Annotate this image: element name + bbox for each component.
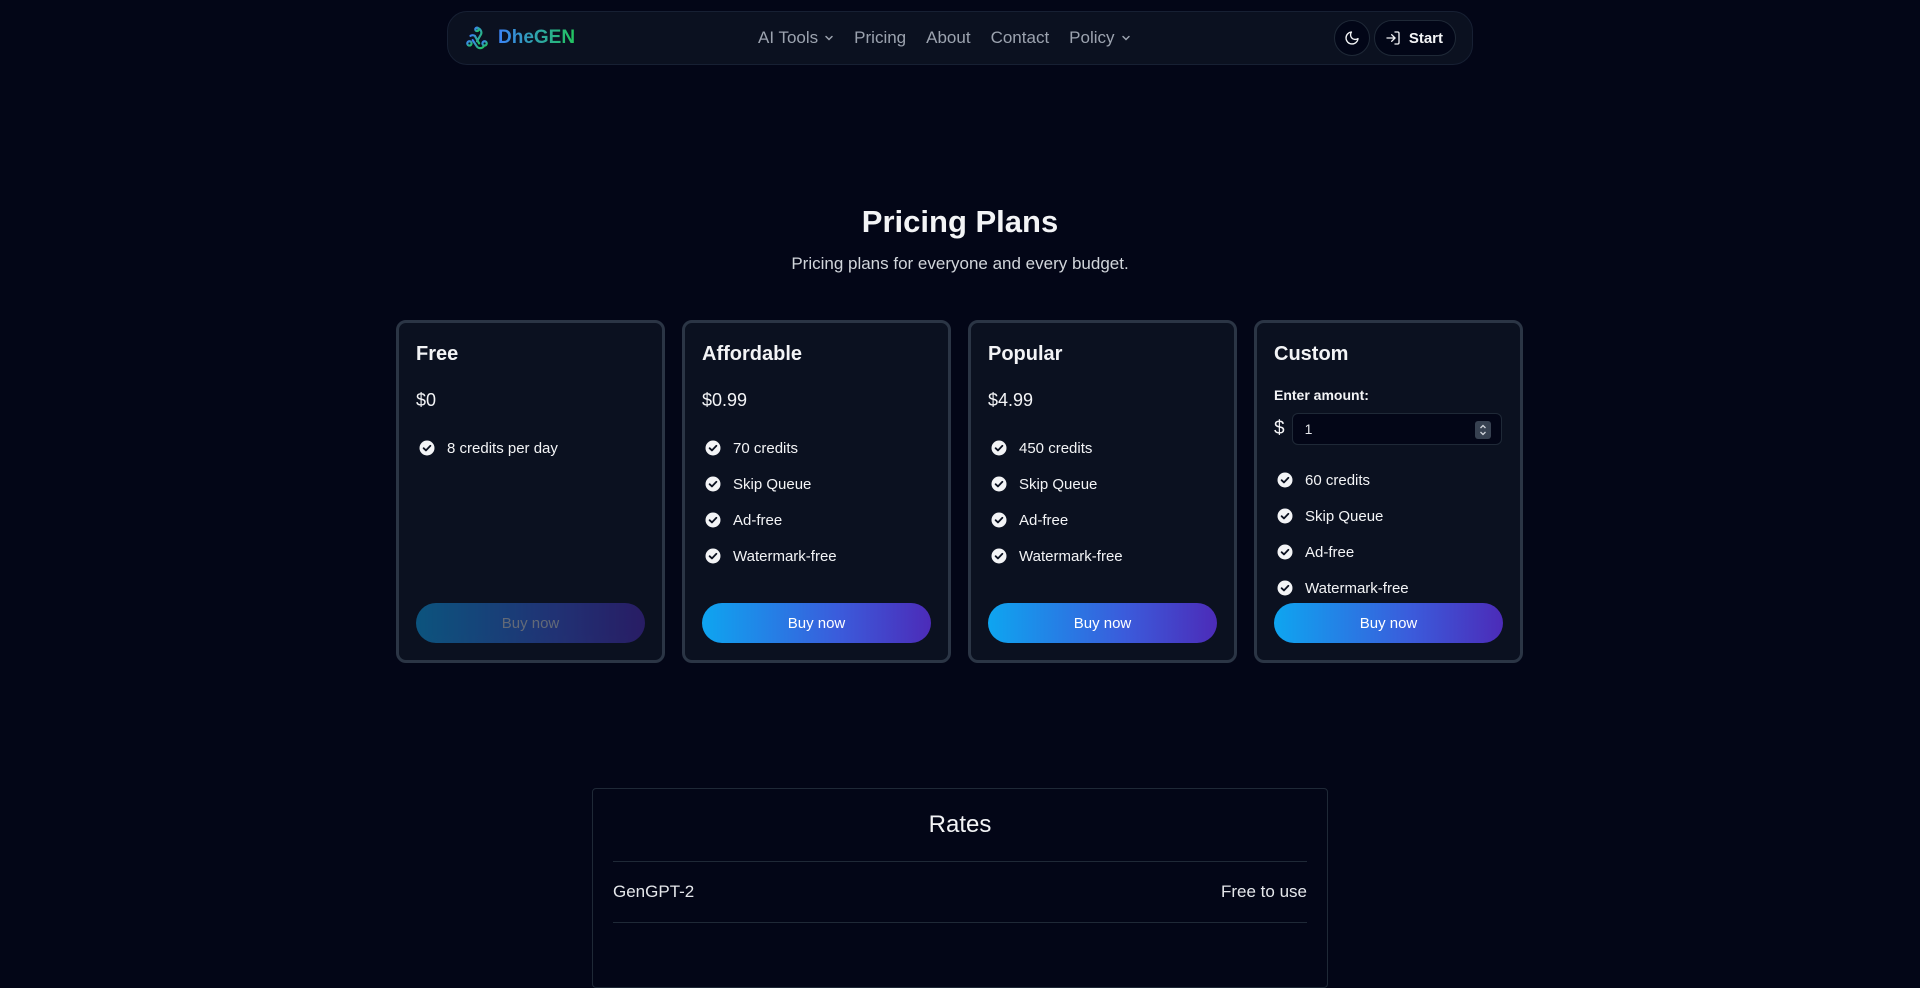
rate-value: Free to use — [1221, 881, 1307, 901]
plan-card-free: Free $0 8 credits per day Buy now — [396, 320, 665, 663]
sign-in-icon — [1386, 31, 1400, 45]
rates-title: Rates — [928, 811, 992, 838]
feature-item: Ad-free — [705, 502, 837, 538]
feature-item: Ad-free — [1277, 534, 1409, 570]
feature-item: Skip Queue — [705, 466, 837, 502]
feature-label: Skip Queue — [1019, 475, 1098, 493]
number-stepper[interactable] — [1474, 421, 1491, 439]
plan-name: Custom — [1274, 343, 1349, 365]
nav-actions: Start — [1333, 20, 1456, 56]
plan-card-custom: Custom Enter amount: $ 1 60 credits Skip… — [1254, 320, 1523, 663]
feature-item: 60 credits — [1277, 462, 1409, 498]
rates-divider — [613, 922, 1307, 923]
plan-name: Popular — [988, 343, 1063, 365]
page-title: Pricing Plans — [861, 204, 1059, 239]
check-circle-icon — [991, 440, 1007, 456]
feature-item: Watermark-free — [991, 538, 1123, 574]
amount-label: Enter amount: — [1274, 387, 1369, 403]
feature-label: 70 credits — [733, 439, 799, 457]
check-circle-icon — [1277, 580, 1293, 596]
plan-price: $0.99 — [702, 390, 748, 410]
feature-list: 70 credits Skip Queue Ad-free Watermark-… — [705, 430, 837, 574]
feature-label: Ad-free — [1019, 511, 1069, 529]
feature-list: 450 credits Skip Queue Ad-free Watermark… — [991, 430, 1123, 574]
check-circle-icon — [419, 440, 435, 456]
pricing-cards: Free $0 8 credits per day Buy now Afford… — [396, 320, 1523, 663]
feature-item: 70 credits — [705, 430, 837, 466]
nav-policy[interactable]: Policy — [1069, 28, 1130, 48]
nav-pricing[interactable]: Pricing — [854, 28, 906, 48]
nav-about[interactable]: About — [926, 28, 970, 48]
feature-label: 450 credits — [1019, 439, 1093, 457]
nav-contact[interactable]: Contact — [991, 28, 1050, 48]
plan-name: Affordable — [702, 343, 802, 365]
feature-label: Watermark-free — [1305, 579, 1409, 597]
feature-item: 450 credits — [991, 430, 1123, 466]
feature-label: Watermark-free — [733, 547, 837, 565]
page-subtitle: Pricing plans for everyone and every bud… — [791, 254, 1129, 273]
check-circle-icon — [991, 512, 1007, 528]
rate-model: GenGPT-2 — [613, 881, 695, 901]
nav-ai-tools[interactable]: AI Tools — [758, 28, 834, 48]
top-navbar: DheGEN AI Tools Pricing About Contact Po… — [447, 11, 1473, 65]
theme-toggle-button[interactable] — [1333, 20, 1370, 56]
check-circle-icon — [705, 476, 721, 492]
plan-card-popular: Popular $4.99 450 credits Skip Queue Ad-… — [968, 320, 1237, 663]
buy-now-button-popular[interactable]: Buy now — [988, 603, 1217, 643]
feature-item: Skip Queue — [1277, 498, 1409, 534]
buy-now-button-custom[interactable]: Buy now — [1274, 603, 1503, 643]
feature-list: 60 credits Skip Queue Ad-free Watermark-… — [1277, 462, 1409, 606]
plan-price: $0 — [416, 390, 437, 410]
chevron-down-icon — [825, 35, 833, 41]
check-circle-icon — [1277, 508, 1293, 524]
amount-row: $ 1 — [1274, 413, 1502, 445]
check-circle-icon — [991, 548, 1007, 564]
feature-label: Watermark-free — [1019, 547, 1123, 565]
check-circle-icon — [1277, 544, 1293, 560]
check-circle-icon — [705, 440, 721, 456]
buy-now-button-free[interactable]: Buy now — [416, 603, 645, 643]
check-circle-icon — [705, 548, 721, 564]
check-circle-icon — [991, 476, 1007, 492]
start-label: Start — [1408, 29, 1443, 47]
brand-link[interactable]: DheGEN — [464, 12, 575, 64]
buy-now-button-affordable[interactable]: Buy now — [702, 603, 931, 643]
feature-item: Skip Queue — [991, 466, 1123, 502]
feature-label: Skip Queue — [1305, 507, 1384, 525]
check-circle-icon — [1277, 472, 1293, 488]
feature-label: Skip Queue — [733, 475, 812, 493]
feature-label: 60 credits — [1305, 471, 1371, 489]
feature-item: Watermark-free — [1277, 570, 1409, 606]
feature-label: 8 credits per day — [447, 439, 558, 457]
dhegen-logo-icon — [466, 26, 488, 50]
currency-symbol: $ — [1274, 418, 1285, 439]
plan-card-affordable: Affordable $0.99 70 credits Skip Queue A… — [682, 320, 951, 663]
stepper-arrows-icon — [1479, 424, 1486, 436]
plan-price: $4.99 — [988, 390, 1034, 410]
brand-name: DheGEN — [498, 27, 576, 48]
check-circle-icon — [705, 512, 721, 528]
moon-icon — [1345, 31, 1359, 45]
plan-name: Free — [416, 343, 459, 365]
nav-policy-label: Policy — [1069, 28, 1115, 47]
start-button[interactable]: Start — [1373, 20, 1456, 56]
amount-input[interactable]: 1 — [1291, 413, 1502, 445]
nav-links: AI Tools Pricing About Contact Policy — [758, 12, 1151, 64]
feature-label: Ad-free — [733, 511, 783, 529]
amount-value: 1 — [1304, 421, 1313, 437]
rate-row: GenGPT-2 Free to use — [613, 861, 1307, 922]
nav-ai-tools-label: AI Tools — [758, 28, 819, 47]
feature-item: Watermark-free — [705, 538, 837, 574]
feature-label: Ad-free — [1305, 543, 1355, 561]
feature-item: Ad-free — [991, 502, 1123, 538]
rates-panel: Rates GenGPT-2 Free to use — [592, 788, 1328, 988]
chevron-down-icon — [1121, 35, 1130, 41]
feature-list: 8 credits per day — [419, 430, 558, 466]
feature-item: 8 credits per day — [419, 430, 558, 466]
